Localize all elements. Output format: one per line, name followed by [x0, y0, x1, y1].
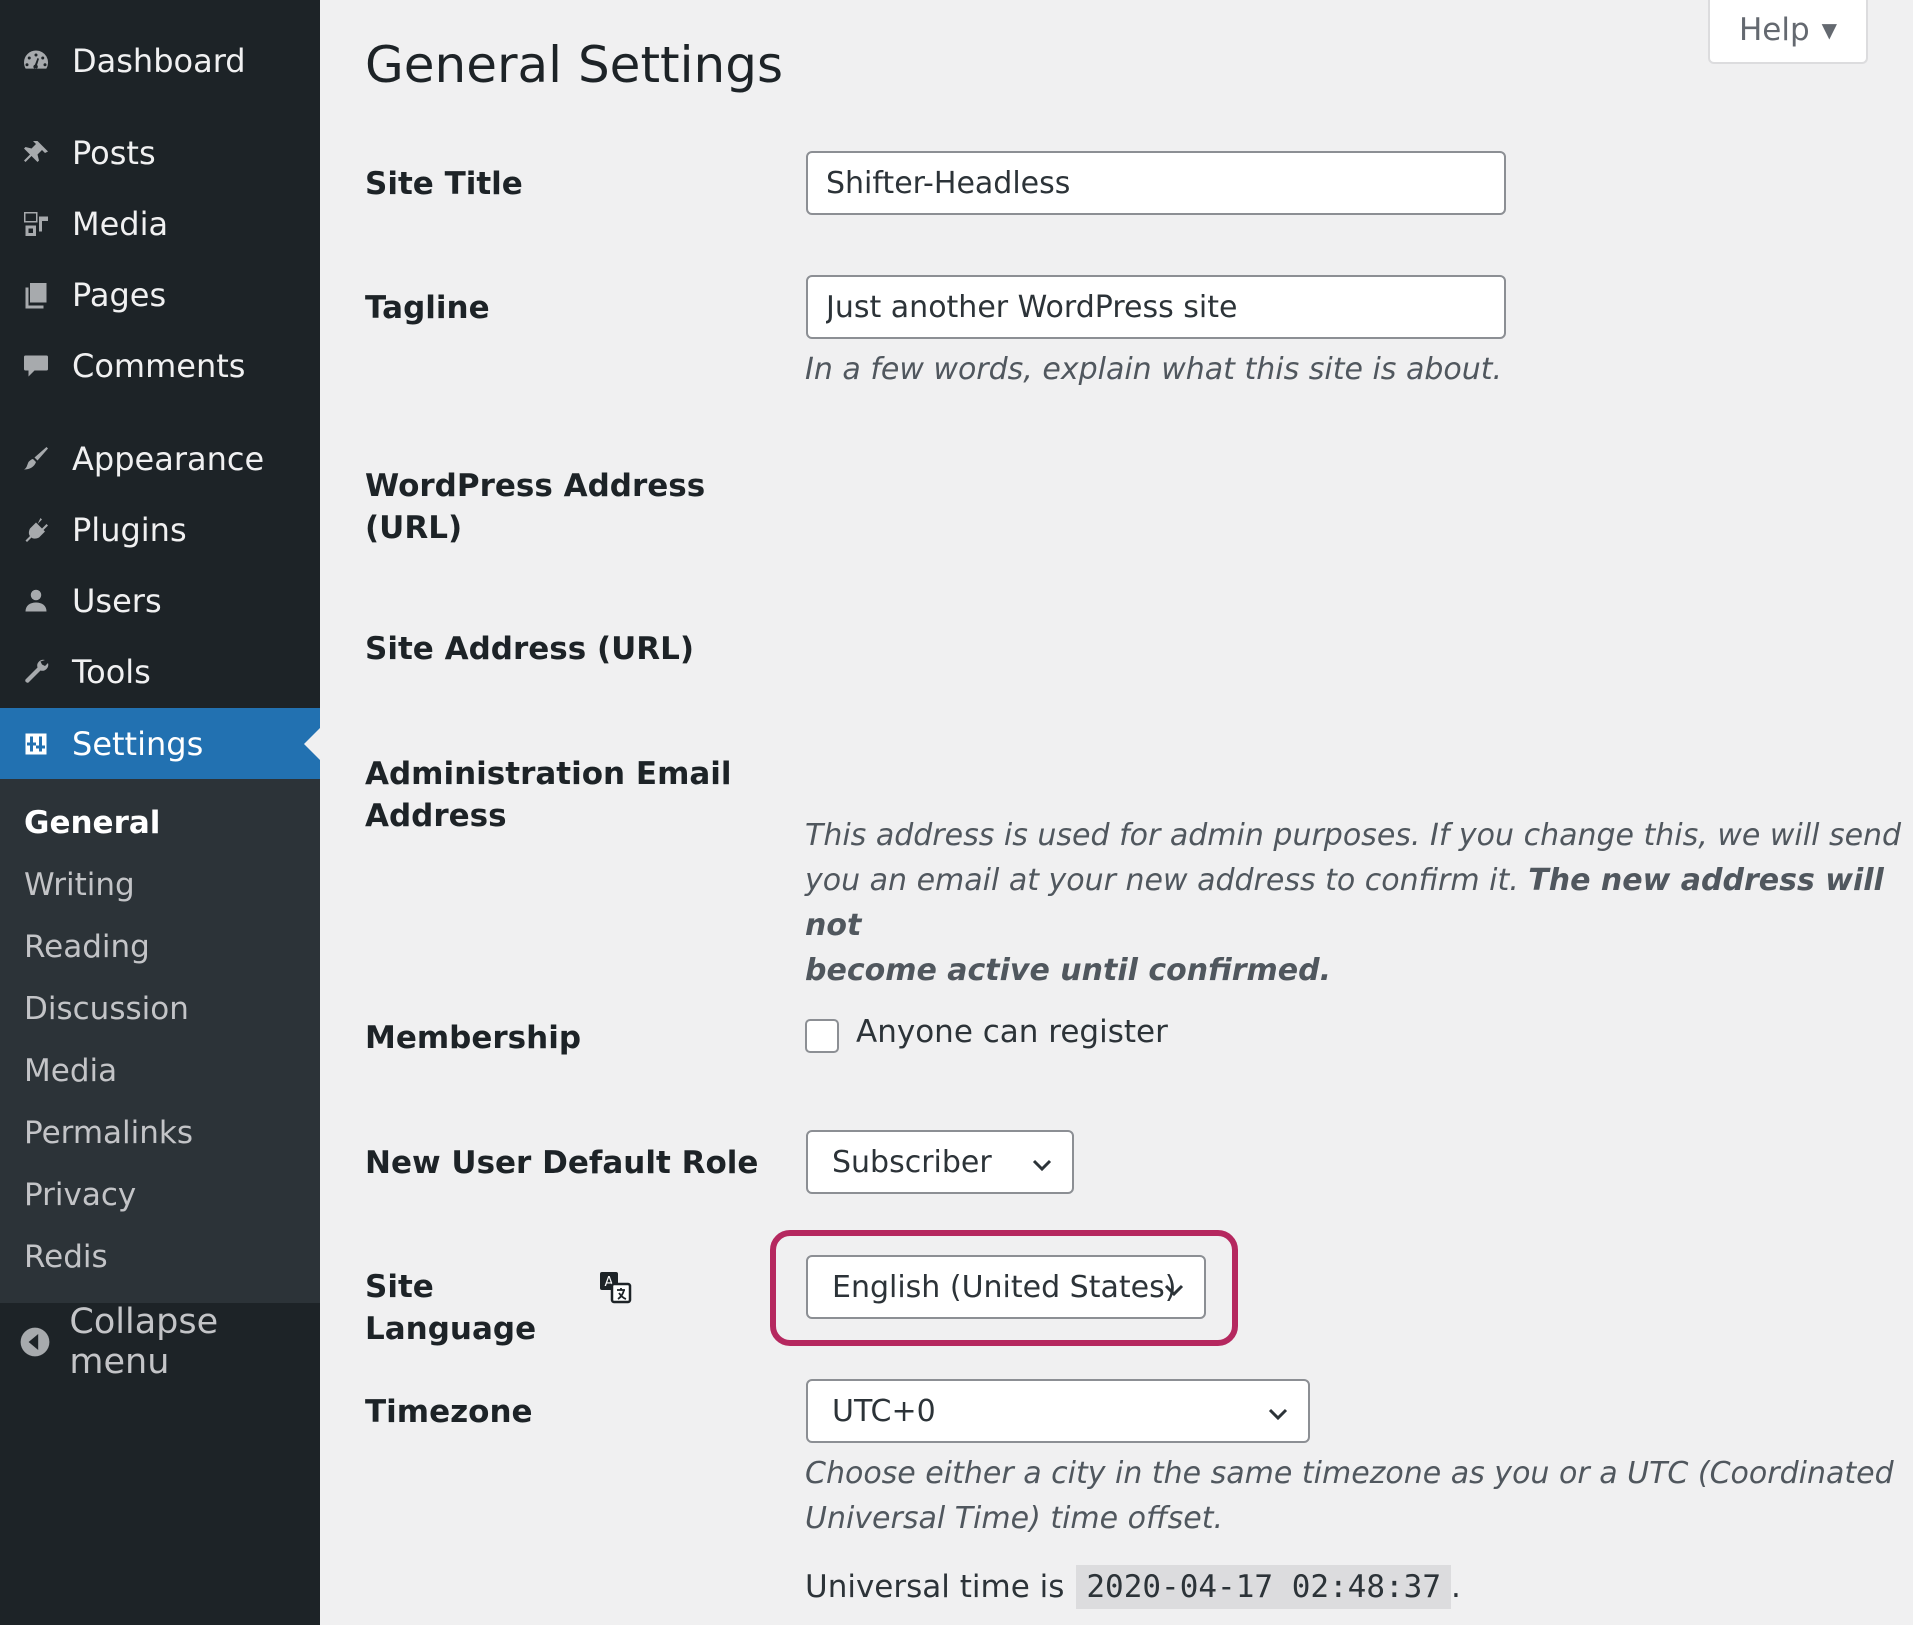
settings-icon [0, 729, 72, 759]
chevron-down-icon [1162, 1275, 1186, 1299]
site-title-input[interactable] [806, 151, 1506, 215]
comment-icon [0, 351, 72, 381]
default-role-value: Subscriber [832, 1144, 992, 1180]
site-address-label: Site Address (URL) [365, 631, 695, 667]
settings-submenu: General Writing Reading Discussion Media… [0, 779, 320, 1303]
timezone-description-line1: Choose either a city in the same timezon… [805, 1456, 1894, 1491]
timezone-label: Timezone [365, 1394, 533, 1430]
plugin-icon [0, 515, 72, 545]
site-language-value: English (United States) [832, 1269, 1177, 1305]
menu-item-label: Comments [72, 347, 246, 385]
admin-email-label-line2: Address [365, 798, 507, 834]
submenu-item-permalinks[interactable]: Permalinks [24, 1115, 193, 1151]
submenu-item-reading[interactable]: Reading [24, 929, 150, 965]
menu-item-label: Posts [72, 134, 156, 172]
site-language-select[interactable]: English (United States) [806, 1255, 1206, 1319]
admin-email-description-line2-a: you an email at your new address to conf… [805, 863, 1529, 898]
menu-item-label: Users [72, 582, 162, 620]
default-role-label: New User Default Role [365, 1145, 759, 1181]
timezone-value: UTC+0 [832, 1393, 936, 1429]
submenu-item-writing[interactable]: Writing [24, 867, 135, 903]
wordpress-address-label: WordPress Address (URL) [365, 465, 765, 549]
user-icon [0, 586, 72, 616]
pin-icon [0, 138, 72, 168]
tagline-description: In a few words, explain what this site i… [805, 352, 1503, 387]
timezone-description-line2: Universal Time) time offset. [805, 1501, 1224, 1536]
wrench-icon [0, 657, 72, 687]
anyone-can-register-checkbox[interactable] [805, 1019, 839, 1053]
anyone-can-register-label[interactable]: Anyone can register [856, 1014, 1168, 1050]
page-title: General Settings [365, 36, 784, 94]
menu-item-tools[interactable]: Tools [0, 636, 320, 708]
universal-time: Universal time is 2020-04-17 02:48:37 . [805, 1565, 1461, 1609]
admin-email-description-line1: This address is used for admin purposes.… [805, 818, 1902, 853]
menu-item-label: Pages [72, 276, 167, 314]
universal-time-value: 2020-04-17 02:48:37 [1076, 1565, 1451, 1609]
tagline-input[interactable] [806, 275, 1506, 339]
submenu-item-discussion[interactable]: Discussion [24, 991, 189, 1027]
menu-item-label: Plugins [72, 511, 187, 549]
site-title-label: Site Title [365, 166, 523, 202]
collapse-menu-button[interactable]: Collapse menu [0, 1302, 320, 1382]
menu-item-plugins[interactable]: Plugins [0, 494, 320, 566]
timezone-description: Choose either a city in the same timezon… [805, 1451, 1894, 1541]
submenu-item-media[interactable]: Media [24, 1053, 117, 1089]
menu-item-label: Appearance [72, 440, 265, 478]
menu-item-pages[interactable]: Pages [0, 259, 320, 331]
pages-icon [0, 280, 72, 310]
menu-item-dashboard[interactable]: Dashboard [0, 25, 320, 97]
menu-item-users[interactable]: Users [0, 565, 320, 637]
admin-email-label: Administration Email Address [365, 753, 765, 837]
admin-email-description: This address is used for admin purposes.… [805, 813, 1913, 993]
menu-item-appearance[interactable]: Appearance [0, 423, 320, 495]
collapse-arrow-icon [0, 1326, 69, 1358]
admin-email-description-line3: become active until confirmed. [805, 953, 1331, 988]
submenu-item-privacy[interactable]: Privacy [24, 1177, 136, 1213]
universal-time-suffix: . [1451, 1569, 1461, 1605]
wordpress-address-label-line1: WordPress Address [365, 468, 706, 504]
timezone-select[interactable]: UTC+0 [806, 1379, 1310, 1443]
menu-item-media[interactable]: Media [0, 188, 320, 260]
admin-email-description-line2: you an email at your new address to conf… [805, 858, 1913, 948]
site-language-label: Site Language [365, 1269, 537, 1347]
collapse-menu-label: Collapse menu [69, 1302, 219, 1382]
membership-label: Membership [365, 1020, 582, 1056]
menu-item-label: Media [72, 205, 169, 243]
submenu-item-general[interactable]: General [24, 805, 160, 841]
dashboard-icon [0, 46, 72, 76]
menu-item-comments[interactable]: Comments [0, 330, 320, 402]
help-button[interactable]: Help ▼ [1708, 0, 1868, 64]
translate-icon: A [598, 1270, 632, 1304]
chevron-down-icon [1266, 1399, 1290, 1423]
menu-item-label: Settings [72, 725, 204, 763]
help-label: Help [1738, 12, 1810, 48]
wordpress-address-label-line2: (URL) [365, 510, 463, 546]
submenu-item-redis[interactable]: Redis [24, 1239, 108, 1275]
default-role-select[interactable]: Subscriber [806, 1130, 1074, 1194]
menu-item-posts[interactable]: Posts [0, 117, 320, 189]
chevron-down-icon [1030, 1150, 1054, 1174]
admin-sidebar: Dashboard Posts Media Pages Comments App… [0, 0, 320, 1625]
universal-time-prefix: Universal time is [805, 1569, 1065, 1605]
menu-item-label: Dashboard [72, 42, 246, 80]
menu-item-label: Tools [72, 653, 151, 691]
tagline-label: Tagline [365, 290, 490, 326]
media-icon [0, 209, 72, 239]
menu-item-settings[interactable]: Settings [0, 708, 320, 780]
admin-email-label-line1: Administration Email [365, 756, 732, 792]
caret-down-icon: ▼ [1821, 18, 1838, 42]
paintbrush-icon [0, 444, 72, 474]
